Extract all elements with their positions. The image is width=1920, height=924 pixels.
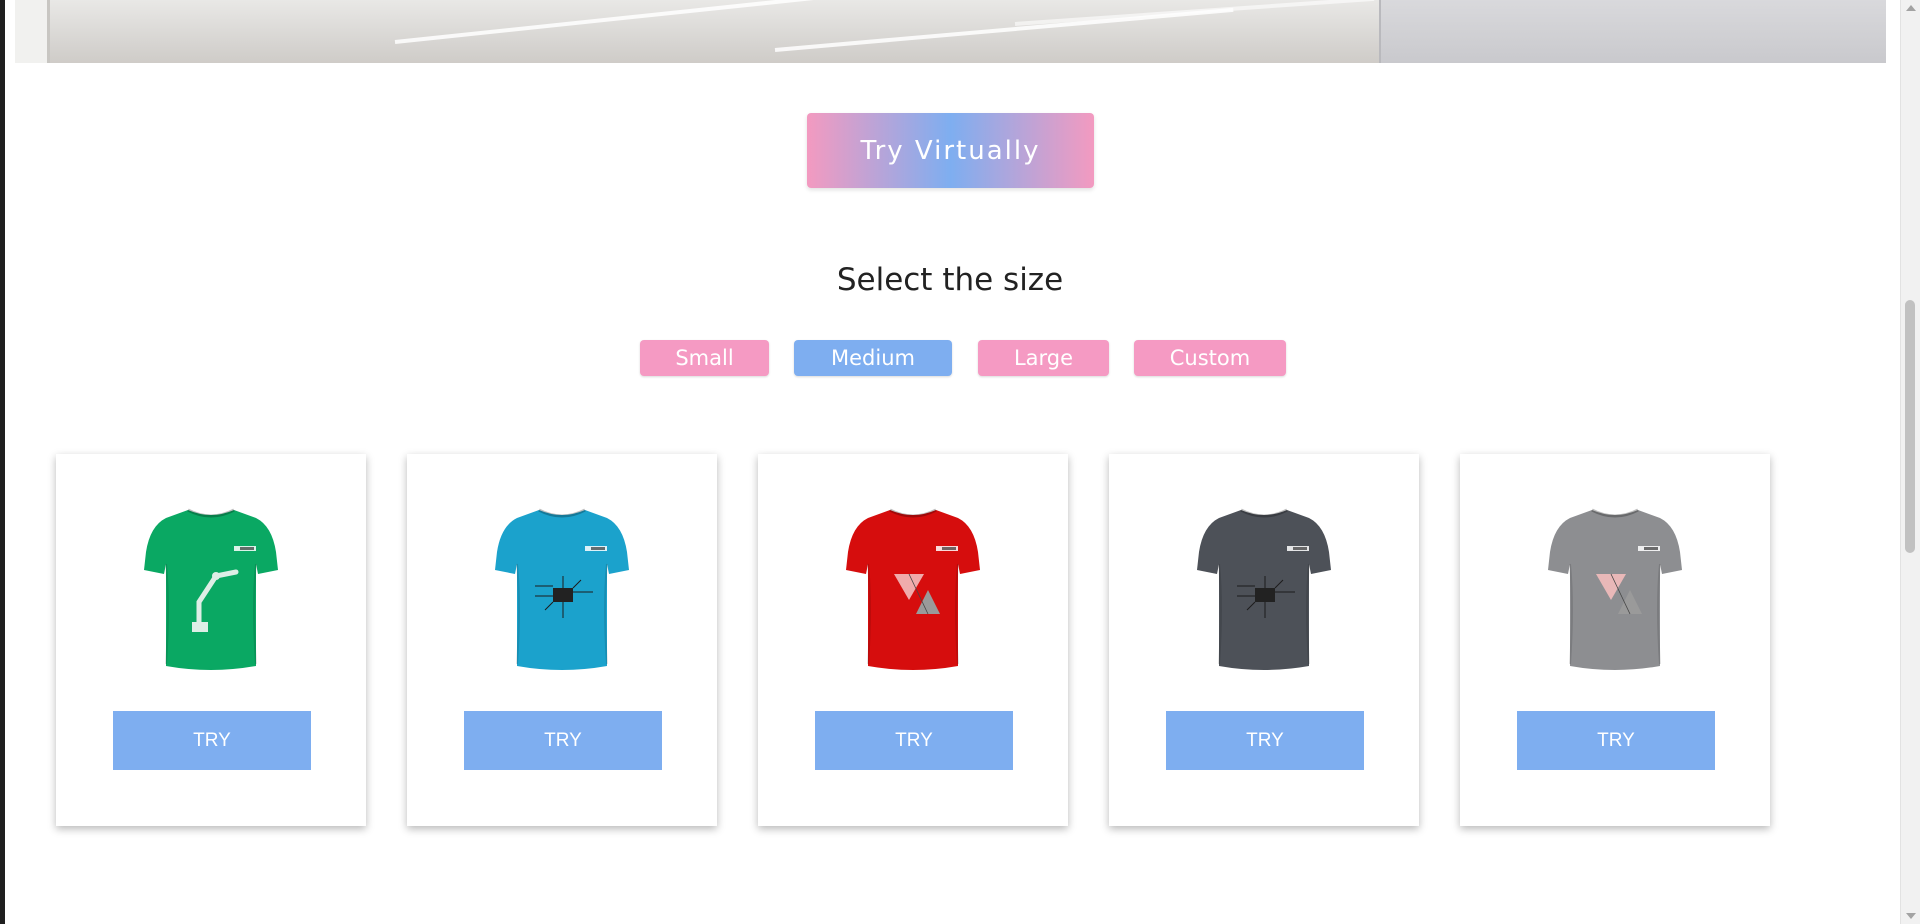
hero-pillar [15, 0, 50, 63]
size-option-medium[interactable]: Medium [794, 340, 952, 376]
size-option-large[interactable]: Large [978, 340, 1109, 376]
product-card: TRY [407, 454, 717, 826]
try-button[interactable]: TRY [1517, 711, 1715, 770]
size-section-heading: Select the size [836, 262, 1064, 298]
product-card: TRY [1460, 454, 1770, 826]
product-card: TRY [758, 454, 1068, 826]
product-card: TRY [56, 454, 366, 826]
try-button[interactable]: TRY [815, 711, 1013, 770]
tshirt-image [1548, 508, 1682, 670]
scroll-down-arrow-icon[interactable] [1906, 913, 1916, 919]
hero-sofa [1379, 0, 1886, 63]
try-button[interactable]: TRY [464, 711, 662, 770]
tshirt-image [144, 508, 278, 670]
light-streak [1014, 0, 1375, 26]
tshirt-image [495, 508, 629, 670]
size-option-small[interactable]: Small [640, 340, 769, 376]
try-button[interactable]: TRY [113, 711, 311, 770]
hero-banner-image [15, 0, 1886, 63]
size-option-custom[interactable]: Custom [1134, 340, 1286, 376]
try-virtually-button[interactable]: Try Virtually [807, 113, 1094, 188]
try-button[interactable]: TRY [1166, 711, 1364, 770]
window-edge [0, 0, 5, 924]
light-streak [394, 0, 913, 44]
tshirt-image [1197, 508, 1331, 670]
scrollbar-thumb[interactable] [1905, 300, 1915, 553]
vertical-scrollbar[interactable] [1900, 0, 1920, 924]
product-card: TRY [1109, 454, 1419, 826]
tshirt-image [846, 508, 980, 670]
scroll-up-arrow-icon[interactable] [1906, 5, 1916, 11]
